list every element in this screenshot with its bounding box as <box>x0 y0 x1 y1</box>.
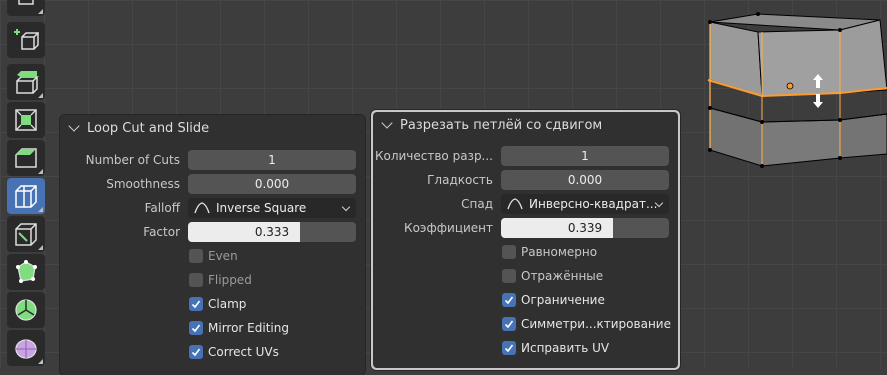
correct-uvs-checkbox[interactable]: Correct UVs <box>189 341 279 363</box>
checkbox-box <box>502 269 516 283</box>
mirror-editing-label: Mirror Editing <box>208 321 289 335</box>
checkmark-icon <box>504 320 514 329</box>
factor-value: 0.333 <box>254 225 290 239</box>
loop-cut-tool-button[interactable] <box>7 178 45 214</box>
add-cube-tool-button[interactable] <box>7 22 45 58</box>
correct-uvs-checkbox[interactable]: Исправить UV <box>502 337 609 359</box>
falloff-label: Спад <box>461 197 493 211</box>
add-cube-icon <box>14 29 39 50</box>
falloff-label: Falloff <box>144 201 180 215</box>
inset-tool-button[interactable] <box>7 102 45 138</box>
mirror-editing-checkbox[interactable]: Симметри...ктирование <box>502 313 671 335</box>
checkbox-box-checked <box>502 341 516 355</box>
bevel-icon <box>15 148 37 168</box>
falloff-curve-icon <box>507 198 523 210</box>
smoothness-label: Smoothness <box>106 177 180 191</box>
clamp-checkbox[interactable]: Ограничение <box>502 289 605 311</box>
clamp-label: Ограничение <box>521 293 605 307</box>
factor-value: 0.339 <box>567 221 603 235</box>
checkbox-box <box>189 249 203 263</box>
number-of-cuts-value: 1 <box>581 149 589 163</box>
even-checkbox[interactable]: Even <box>189 245 238 267</box>
inset-faces-icon <box>15 109 37 131</box>
falloff-value: Inverse Square <box>216 201 307 215</box>
checkmark-icon <box>191 300 201 309</box>
extrude-tool-button[interactable] <box>7 64 45 100</box>
panel-header-ru[interactable]: Разрезать петлёй со сдвигом <box>373 112 678 138</box>
checkbox-box <box>502 245 516 259</box>
falloff-curve-icon <box>194 202 210 214</box>
loop-cut-icon <box>15 185 37 208</box>
flipped-label: Отражённые <box>521 269 604 283</box>
smoothness-value: 0.000 <box>567 173 603 187</box>
panel-header-en[interactable]: Loop Cut and Slide <box>60 115 365 141</box>
smoothness-value: 0.000 <box>254 177 290 191</box>
factor-label: Коэффициент <box>404 221 493 235</box>
tool-shelf <box>0 0 52 369</box>
factor-slider[interactable]: 0.339 <box>501 218 669 238</box>
number-of-cuts-label: Number of Cuts <box>85 153 180 167</box>
checkmark-icon <box>191 324 201 333</box>
checkbox-box-checked <box>189 321 203 335</box>
spin-icon <box>15 299 37 321</box>
chevron-down-icon <box>341 202 351 212</box>
cursor-icon <box>18 0 34 5</box>
checkbox-box <box>189 273 203 287</box>
extrude-region-icon <box>16 71 39 94</box>
cursor-tool-button[interactable] <box>7 0 45 16</box>
smooth-tool-button[interactable] <box>7 330 45 366</box>
checkbox-box-checked <box>189 297 203 311</box>
flipped-checkbox[interactable]: Отражённые <box>502 265 603 287</box>
knife-icon <box>15 223 37 246</box>
operator-panel-ru: Разрезать петлёй со сдвигом Количество р… <box>371 110 680 370</box>
correct-uvs-label: Исправить UV <box>521 341 610 355</box>
number-of-cuts-field[interactable]: 1 <box>501 146 669 166</box>
checkbox-box-checked <box>502 293 516 307</box>
smoothness-label: Гладкость <box>427 173 493 187</box>
operator-panel-en: Loop Cut and Slide Number of Cuts 1 Smoo… <box>60 115 365 375</box>
smooth-icon <box>15 339 37 359</box>
bevel-tool-button[interactable] <box>7 140 45 176</box>
clamp-label: Clamp <box>208 297 247 311</box>
falloff-dropdown[interactable]: Инверсно-квадрат... <box>501 194 669 214</box>
number-of-cuts-field[interactable]: 1 <box>188 150 356 170</box>
smoothness-field[interactable]: 0.000 <box>501 170 669 190</box>
even-checkbox[interactable]: Равномерно <box>502 241 597 263</box>
falloff-dropdown[interactable]: Inverse Square <box>188 198 356 218</box>
number-of-cuts-value: 1 <box>268 153 276 167</box>
chevron-down-icon <box>381 117 393 129</box>
factor-slider[interactable]: 0.333 <box>188 222 356 242</box>
poly-build-tool-button[interactable] <box>7 254 45 290</box>
factor-label: Factor <box>143 225 180 239</box>
mirror-editing-label: Симметри...ктирование <box>521 317 671 331</box>
spin-tool-button[interactable] <box>7 292 45 328</box>
checkmark-icon <box>191 348 201 357</box>
falloff-value: Инверсно-квадрат... <box>529 197 658 211</box>
smoothness-field[interactable]: 0.000 <box>188 174 356 194</box>
checkbox-box-checked <box>502 317 516 331</box>
number-of-cuts-label: Количество разр... <box>374 149 493 163</box>
flipped-checkbox[interactable]: Flipped <box>189 269 252 291</box>
chevron-down-icon <box>68 120 80 132</box>
panel-title: Loop Cut and Slide <box>87 120 210 136</box>
flipped-label: Flipped <box>208 273 252 287</box>
even-label: Even <box>208 249 238 263</box>
knife-tool-button[interactable] <box>7 216 45 252</box>
checkbox-box-checked <box>189 345 203 359</box>
mirror-editing-checkbox[interactable]: Mirror Editing <box>189 317 289 339</box>
even-label: Равномерно <box>521 245 598 259</box>
poly-build-icon <box>16 260 37 283</box>
checkmark-icon <box>504 344 514 353</box>
correct-uvs-label: Correct UVs <box>208 345 279 359</box>
mesh-cube <box>707 12 887 168</box>
panel-title: Разрезать петлёй со сдвигом <box>400 117 603 133</box>
checkmark-icon <box>504 296 514 305</box>
clamp-checkbox[interactable]: Clamp <box>189 293 246 315</box>
